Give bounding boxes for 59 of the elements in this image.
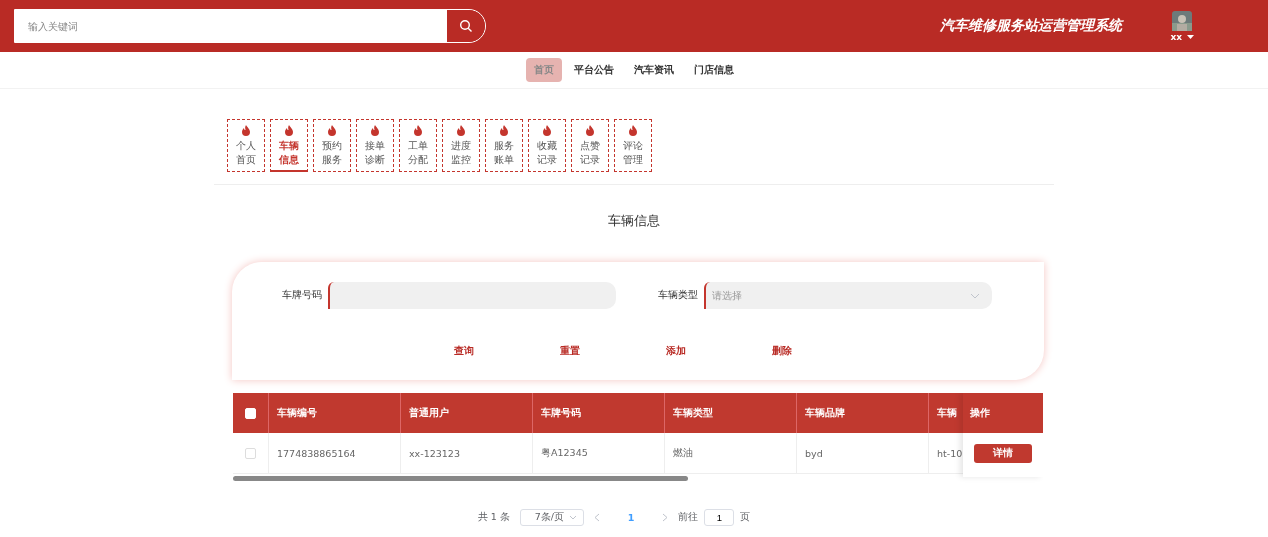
- menu-tab[interactable]: 接单 诊断: [356, 119, 394, 172]
- menu-tab[interactable]: 个人 首页: [227, 119, 265, 172]
- action-button[interactable]: 删除: [765, 345, 799, 358]
- page-size-select[interactable]: 7条/页: [519, 509, 584, 526]
- table-cell: ht-10: [937, 447, 963, 459]
- nav-link[interactable]: 门店信息: [686, 58, 742, 82]
- flame-icon: [456, 125, 466, 136]
- flame-icon: [241, 125, 251, 136]
- flame-icon: [499, 125, 509, 136]
- prev-page-icon[interactable]: [593, 513, 600, 522]
- table-cell: 1774838865164: [277, 447, 356, 459]
- menu-tab[interactable]: 评论 管理: [614, 119, 652, 172]
- menu-tab[interactable]: 进度 监控: [442, 119, 480, 172]
- page-input[interactable]: 1: [704, 509, 735, 526]
- action-button[interactable]: 查询: [447, 345, 481, 358]
- action-button[interactable]: 添加: [659, 345, 693, 358]
- flame-icon: [284, 124, 294, 136]
- details-button[interactable]: 详情: [974, 443, 1032, 463]
- scrollbar-thumb[interactable]: [233, 476, 688, 481]
- menu-tab[interactable]: 服务 账单: [485, 119, 523, 172]
- field-label: 车辆类型: [658, 289, 698, 302]
- menu-tab[interactable]: 收藏 记录: [528, 119, 566, 172]
- nav-link[interactable]: 平台公告: [566, 58, 622, 82]
- column-header: 车牌号码: [541, 406, 581, 420]
- column-header: 普通用户: [409, 406, 449, 420]
- flame-icon: [327, 125, 337, 136]
- chevron-down-icon: [970, 292, 980, 299]
- field-label: 车牌号码: [282, 289, 322, 302]
- column-header: 车辆: [937, 406, 957, 420]
- column-header: 车辆编号: [277, 406, 317, 420]
- next-page-icon[interactable]: [662, 513, 669, 522]
- column-header: 操作: [970, 406, 990, 420]
- table-cell: byd: [805, 447, 823, 459]
- flame-icon: [585, 125, 595, 136]
- nav-link[interactable]: 汽车资讯: [626, 58, 682, 82]
- input-field[interactable]: [328, 282, 616, 309]
- table-cell: 粤A12345: [541, 446, 588, 460]
- app-title: 汽车维修服务站运营管理系统: [940, 17, 1123, 35]
- menu-tab[interactable]: 点赞 记录: [571, 119, 609, 172]
- flame-icon: [628, 125, 638, 136]
- page-title: 车辆信息: [607, 212, 661, 230]
- caret-icon[interactable]: [1187, 34, 1194, 39]
- flame-icon: [413, 125, 423, 136]
- flame-icon: [542, 125, 552, 136]
- checkbox[interactable]: [245, 447, 256, 459]
- column-header: 车辆类型: [673, 406, 713, 420]
- page-suffix: 页: [740, 511, 751, 524]
- column-header: 车辆品牌: [805, 406, 845, 420]
- table-cell: xx-123123: [409, 447, 460, 459]
- table-cell: 燃油: [673, 446, 693, 460]
- menu-tab[interactable]: 预约 服务: [313, 119, 351, 172]
- goto-label: 前往: [678, 511, 699, 524]
- action-button[interactable]: 重置: [553, 345, 587, 358]
- menu-tab[interactable]: 车辆 信息: [270, 119, 308, 172]
- user-name[interactable]: xx: [1170, 31, 1182, 42]
- total-count: 共 1 条: [477, 511, 510, 524]
- chevron-down-icon: [568, 515, 577, 520]
- flame-icon: [370, 125, 380, 136]
- menu-tab[interactable]: 工单 分配: [399, 119, 437, 172]
